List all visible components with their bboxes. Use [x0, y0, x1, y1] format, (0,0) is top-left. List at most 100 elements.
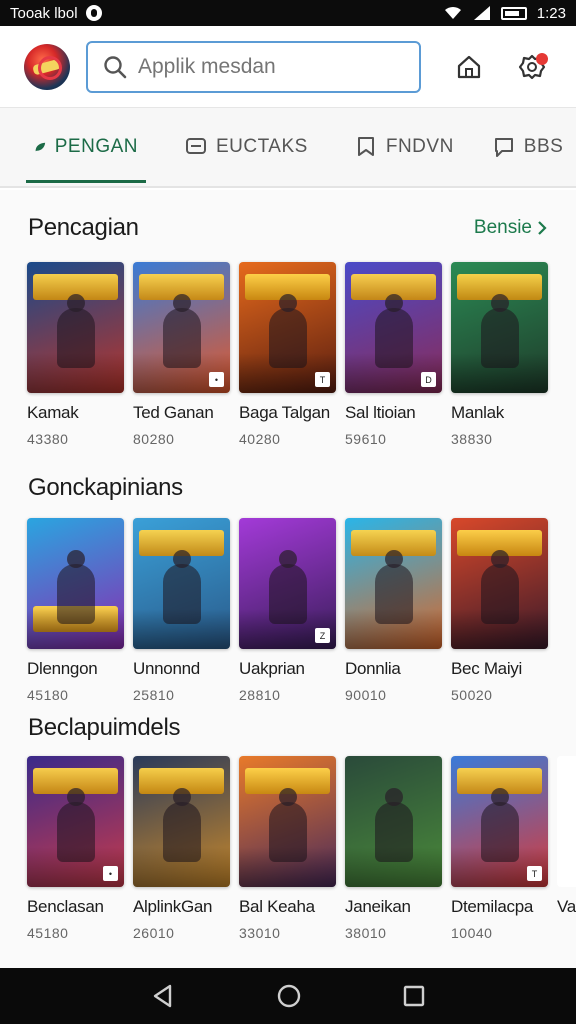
- system-nav-bar: [0, 968, 576, 1024]
- game-count: 90010: [345, 687, 387, 703]
- game-count: 33010: [239, 925, 281, 941]
- tab-label: EUCTAKS: [216, 136, 308, 157]
- game-card[interactable]: Bal Keaha 33010: [239, 756, 336, 941]
- home-icon: [457, 55, 481, 78]
- game-badge: •: [103, 866, 118, 881]
- game-card[interactable]: T Baga Talgan 40280: [239, 262, 336, 447]
- game-title: Janeikan: [345, 897, 411, 916]
- game-title: Donnlia: [345, 659, 401, 678]
- status-bar: Tooak lbol 1:23: [0, 0, 576, 26]
- game-count: 25810: [133, 687, 175, 703]
- section-title: Pencagian: [28, 214, 139, 241]
- game-card[interactable]: • Ted Ganan 80280: [133, 262, 230, 447]
- status-left-text: Tooak lbol: [10, 4, 78, 22]
- tab-bar: PENGAN EUCTAKS FNDVN BBS: [0, 108, 576, 188]
- game-badge: T: [527, 866, 542, 881]
- section-header: Beclapuimdels: [28, 714, 548, 742]
- section-title: Beclapuimdels: [28, 714, 181, 741]
- game-count: 50020: [451, 687, 493, 703]
- game-thumbnail: [451, 518, 548, 649]
- game-thumbnail: T: [239, 262, 336, 393]
- game-title: Kamak: [27, 403, 79, 422]
- game-card[interactable]: Bec Maiyi 50020: [451, 518, 548, 703]
- see-more-label: Bensie: [473, 217, 532, 238]
- game-title: Bec Maiyi: [451, 659, 522, 678]
- game-count: 38010: [345, 925, 387, 941]
- back-icon[interactable]: [150, 983, 176, 1009]
- tab-euctaks[interactable]: EUCTAKS: [176, 107, 316, 187]
- notification-icon: [85, 5, 102, 21]
- game-count: 26010: [133, 925, 175, 941]
- game-card[interactable]: Donnlia 90010: [345, 518, 442, 703]
- game-thumbnail: [345, 518, 442, 649]
- recents-icon[interactable]: [402, 984, 426, 1008]
- home-circle-icon[interactable]: [276, 983, 302, 1009]
- game-title: AlplinkGan: [133, 897, 213, 916]
- main-content: Pencagian Bensie Kamak 43380 • Ted Ganan 80…: [0, 190, 576, 968]
- game-title: Dlenngon: [27, 659, 98, 678]
- game-title: Bal Keaha: [239, 897, 315, 916]
- game-thumbnail: [557, 756, 576, 887]
- chevron-right-icon: [538, 221, 547, 235]
- game-thumbnail: •: [133, 262, 230, 393]
- tab-pengan[interactable]: PENGAN: [26, 107, 146, 187]
- app-header: [0, 26, 576, 108]
- game-title: Unnonnd: [133, 659, 200, 678]
- chat-icon: [494, 138, 513, 157]
- game-thumbnail: Z: [239, 518, 336, 649]
- game-thumbnail: D: [345, 262, 442, 393]
- game-row: Dlenngon 45180 Unnonnd 25810 Z Uakprian 2881…: [27, 518, 576, 703]
- game-card[interactable]: Janeikan 38010: [345, 756, 442, 941]
- game-card[interactable]: • Benclasan 45180: [27, 756, 124, 941]
- section-header: Gonckapinians: [28, 474, 548, 502]
- game-thumbnail: [451, 262, 548, 393]
- game-title: Sal ltioian: [345, 403, 416, 422]
- game-card[interactable]: Dlenngon 45180: [27, 518, 124, 703]
- game-card[interactable]: T Dtemilacpa 10040: [451, 756, 548, 941]
- battery-icon: [500, 6, 527, 20]
- see-more-link[interactable]: Bensie: [474, 217, 548, 239]
- home-button[interactable]: [449, 47, 488, 87]
- game-count: 80280: [133, 431, 175, 447]
- tab-bbs[interactable]: BBS: [484, 107, 572, 187]
- game-count: 43380: [27, 431, 69, 447]
- game-card[interactable]: Z Uakprian 28810: [239, 518, 336, 703]
- signal-icon: [473, 6, 490, 20]
- app-logo[interactable]: [24, 43, 70, 90]
- notification-badge: [535, 52, 548, 65]
- game-card[interactable]: D Sal ltioian 59610: [345, 262, 442, 447]
- game-thumbnail: [345, 756, 442, 887]
- game-count: 59610: [345, 431, 387, 447]
- notifications-button[interactable]: [513, 47, 552, 87]
- game-title: Manlak: [451, 403, 505, 422]
- game-card-partial[interactable]: Va: [557, 756, 576, 941]
- game-count: 38830: [451, 431, 493, 447]
- game-badge: D: [421, 372, 436, 387]
- game-title: Baga Talgan: [239, 403, 330, 422]
- search-input[interactable]: [138, 54, 398, 79]
- game-badge: •: [209, 372, 224, 387]
- game-badge: T: [315, 372, 330, 387]
- game-card[interactable]: AlplinkGan 26010: [133, 756, 230, 941]
- game-thumbnail: [133, 518, 230, 649]
- wifi-icon: [444, 6, 461, 19]
- game-thumbnail: [133, 756, 230, 887]
- game-title: Benclasan: [27, 897, 104, 916]
- search-bar[interactable]: [86, 40, 422, 93]
- game-card[interactable]: Unnonnd 25810: [133, 518, 230, 703]
- game-count: 45180: [27, 687, 69, 703]
- game-thumbnail: •: [27, 756, 124, 887]
- game-title: Uakprian: [239, 659, 305, 678]
- game-title: Dtemilacpa: [451, 897, 534, 916]
- tab-search-button[interactable]: [571, 107, 576, 187]
- tab-fndvn[interactable]: FNDVN: [346, 107, 462, 187]
- game-count: 28810: [239, 687, 281, 703]
- leaf-icon: [35, 142, 46, 152]
- tab-label: FNDVN: [385, 136, 454, 157]
- tab-label: BBS: [523, 136, 564, 157]
- game-card[interactable]: Manlak 38830: [451, 262, 548, 447]
- game-card[interactable]: Kamak 43380: [27, 262, 124, 447]
- search-icon: [104, 55, 127, 78]
- game-row: Kamak 43380 • Ted Ganan 80280 T Baga Talgan 4…: [27, 262, 576, 447]
- game-count: 40280: [239, 431, 281, 447]
